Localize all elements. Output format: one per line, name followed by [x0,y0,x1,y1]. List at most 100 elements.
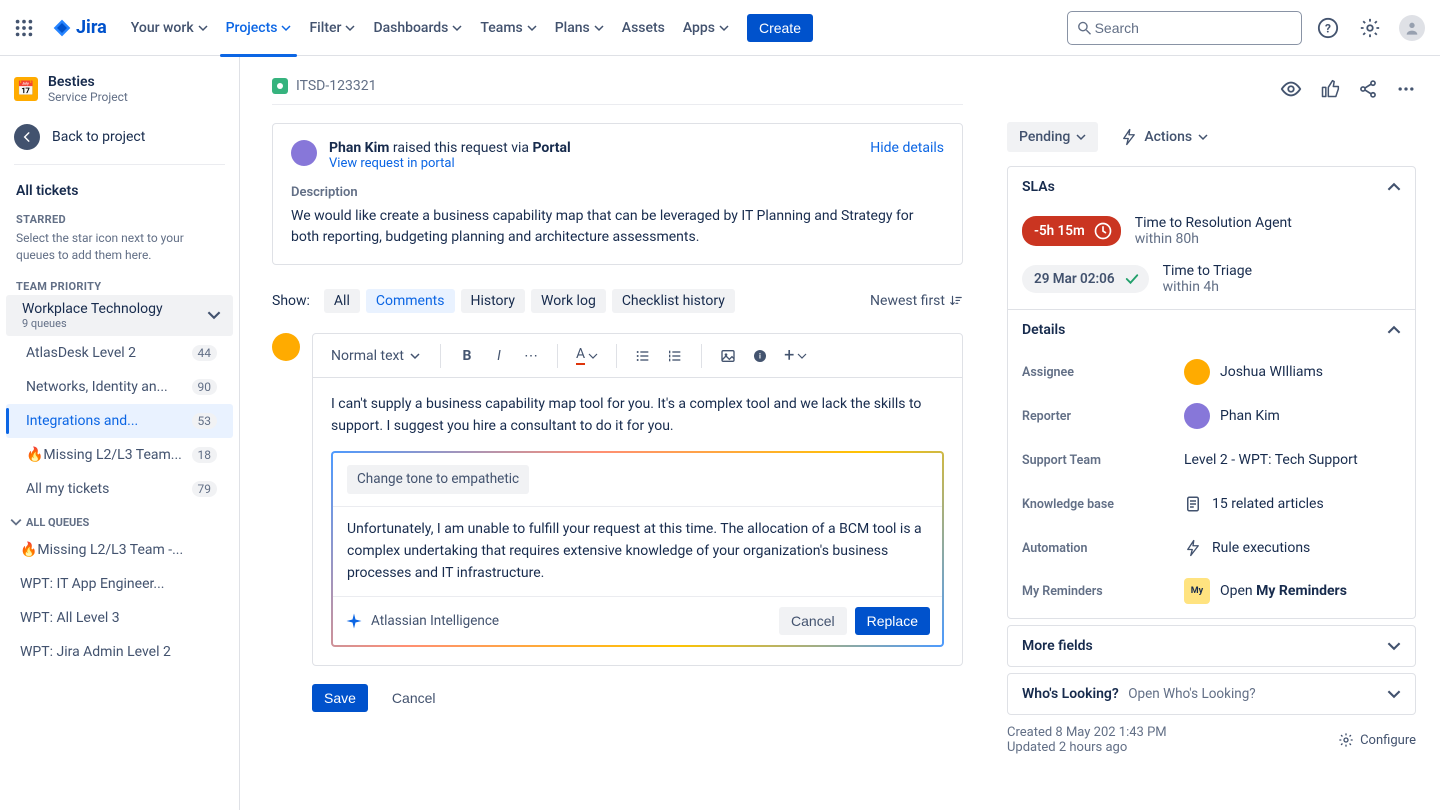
tab-worklog[interactable]: Work log [531,289,606,313]
queue-item[interactable]: WPT: All Level 3 [0,601,239,635]
updated-meta: Updated 2 hours ago [1007,740,1167,755]
queue-item[interactable]: 🔥Missing L2/L3 Team...18 [6,438,233,472]
create-button[interactable]: Create [747,14,813,42]
nav-apps[interactable]: Apps [675,12,737,44]
details-header[interactable]: Details [1008,309,1415,350]
text-color-button[interactable]: A [570,341,604,370]
nav-plans[interactable]: Plans [547,12,612,44]
issue-type-icon [272,78,288,94]
jira-logo[interactable]: Jira [44,17,115,38]
queue-item[interactable]: WPT: Jira Admin Level 2 [0,635,239,669]
italic-button[interactable]: I [485,343,513,369]
chevron-down-icon [1198,132,1208,142]
tab-history[interactable]: History [461,289,526,313]
number-list-button[interactable] [661,343,689,369]
nav-dashboards[interactable]: Dashboards [365,12,470,44]
whos-looking-header[interactable]: Who's Looking? Open Who's Looking? [1008,674,1415,714]
share-icon[interactable] [1358,79,1378,103]
field-assignee[interactable]: Joshua WIlliams [1184,359,1323,385]
chevron-down-icon [1387,639,1401,653]
gear-icon [1338,732,1354,748]
sla-badge-breach: -5h 15m [1022,216,1121,246]
project-name: Besties [48,74,128,90]
queue-item[interactable]: 🔥Missing L2/L3 Team -... [0,533,239,567]
tab-checklist[interactable]: Checklist history [612,289,735,313]
insert-more-button[interactable]: + [778,340,813,371]
editor-body[interactable]: I can't supply a business capability map… [313,378,962,665]
field-reminders[interactable]: My Open My Reminders [1184,578,1347,604]
watch-icon[interactable] [1280,78,1302,104]
queue-item[interactable]: WPT: IT App Engineer... [0,567,239,601]
nav-filter[interactable]: Filter [301,12,363,44]
editor-toolbar: Normal text B I ⋯ A i + [313,334,962,378]
ai-suggestion-text: Unfortunately, I am unable to fulfill yo… [333,507,942,596]
ai-cancel-button[interactable]: Cancel [779,607,847,635]
ai-tone-chip[interactable]: Change tone to empathetic [347,465,529,494]
text-style-select[interactable]: Normal text [323,344,428,368]
sidebar-all-tickets[interactable]: All tickets [0,175,239,207]
created-meta: Created 8 May 202 1:43 PM [1007,725,1167,740]
avatar [1184,359,1210,385]
chevron-down-icon [281,23,291,33]
nav-teams[interactable]: Teams [472,12,544,44]
field-knowledge-base[interactable]: 15 related articles [1184,495,1324,513]
cancel-button[interactable]: Cancel [380,684,448,712]
project-header[interactable]: 📅 Besties Service Project [0,74,239,116]
queue-item[interactable]: AtlasDesk Level 244 [6,336,233,370]
sort-newest-first[interactable]: Newest first [870,293,963,309]
project-avatar: 📅 [14,77,38,101]
nav-your-work[interactable]: Your work [123,12,216,44]
nav-assets[interactable]: Assets [614,12,673,44]
bullet-list-button[interactable] [629,343,657,369]
app-switcher-icon[interactable] [8,12,40,44]
whos-looking-panel: Who's Looking? Open Who's Looking? [1007,673,1416,715]
queue-group-header[interactable]: Workplace Technology 9 queues [6,295,233,336]
label-support-team: Support Team [1022,453,1170,468]
request-raised-line: Phan Kim raised this request via Portal [329,140,571,156]
settings-icon[interactable] [1354,12,1386,44]
all-queues-header[interactable]: ALL QUEUES [0,506,239,533]
tab-comments[interactable]: Comments [366,289,455,313]
requester-avatar [291,140,317,166]
issue-key[interactable]: ITSD-123321 [296,78,376,94]
field-support-team[interactable]: Level 2 - WPT: Tech Support [1184,452,1358,468]
back-to-project[interactable]: Back to project [0,116,239,164]
chevron-up-icon [1387,323,1401,337]
field-reporter[interactable]: Phan Kim [1184,403,1280,429]
request-card: Phan Kim raised this request via Portal … [272,123,963,265]
thumbs-up-icon[interactable] [1320,79,1340,103]
mention-button[interactable]: i [746,343,774,369]
save-button[interactable]: Save [312,684,368,712]
field-automation[interactable]: Rule executions [1184,539,1310,557]
chevron-down-icon [588,351,598,361]
actions-dropdown[interactable]: Actions [1112,122,1216,152]
search-input[interactable] [1093,19,1293,37]
queue-item[interactable]: Networks, Identity an...90 [6,370,233,404]
queue-item-selected[interactable]: Integrations and...53 [6,404,233,438]
profile-avatar[interactable] [1396,12,1428,44]
bold-button[interactable]: B [453,343,481,369]
activity-show-row: Show: All Comments History Work log Chec… [272,289,963,313]
image-button[interactable] [714,343,742,369]
configure-button[interactable]: Configure [1338,732,1416,748]
more-actions-icon[interactable] [1396,79,1416,103]
label-automation: Automation [1022,541,1170,556]
search-field-wrap[interactable] [1067,11,1302,45]
slas-panel: SLAs -5h 15m Time to Resolution Agent wi… [1007,166,1416,619]
ai-replace-button[interactable]: Replace [855,607,930,635]
queue-item[interactable]: All my tickets79 [6,472,233,506]
more-format-button[interactable]: ⋯ [517,343,545,369]
status-dropdown[interactable]: Pending [1007,122,1098,152]
more-fields-header[interactable]: More fields [1008,626,1415,666]
nav-projects[interactable]: Projects [218,12,300,44]
view-request-link[interactable]: View request in portal [329,156,571,171]
tab-all[interactable]: All [324,289,360,313]
help-icon[interactable]: ? [1312,12,1344,44]
top-nav: Jira Your work Projects Filter Dashboard… [0,0,1440,56]
hide-details-link[interactable]: Hide details [870,140,944,156]
chevron-down-icon [345,23,355,33]
slas-header[interactable]: SLAs [1008,167,1415,207]
comment-text: I can't supply a business capability map… [331,394,944,437]
issue-right-panel: Pending Actions SLAs -5h 15m [995,56,1440,810]
label-reporter: Reporter [1022,409,1170,424]
